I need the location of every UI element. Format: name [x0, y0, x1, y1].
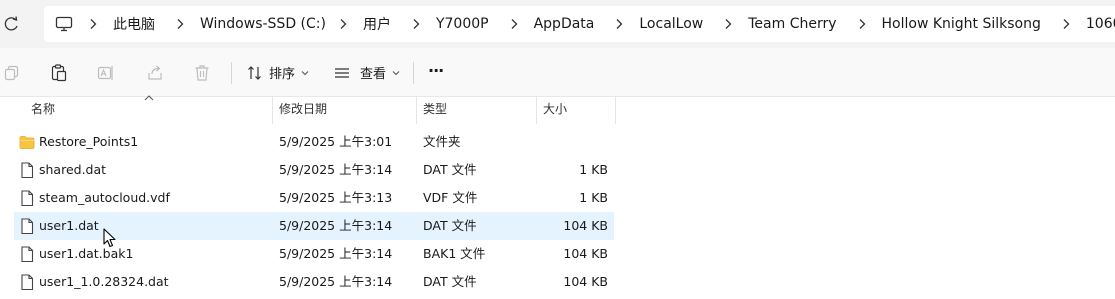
view-icon — [335, 67, 349, 78]
column-header-size[interactable]: 大小 — [543, 96, 567, 122]
chevron-right-icon[interactable] — [857, 18, 867, 30]
rename-icon[interactable] — [97, 64, 115, 82]
file-icon — [21, 246, 34, 263]
file-modified: 5/9/2025 上午3:14 — [279, 218, 393, 233]
breadcrumb-team-cherry[interactable]: Team Cherry — [746, 16, 838, 32]
column-resize-handle[interactable] — [272, 96, 273, 124]
file-icon — [21, 162, 34, 179]
column-resize-handle[interactable] — [615, 96, 616, 124]
file-icon — [21, 218, 34, 235]
delete-icon[interactable] — [194, 64, 210, 82]
address-field[interactable]: 此电脑 Windows-SSD (C:) 用户 Y7000P AppData L… — [44, 6, 1115, 42]
column-header-modified[interactable]: 修改日期 — [279, 96, 327, 122]
file-icon — [21, 190, 34, 207]
file-modified: 5/9/2025 上午3:14 — [279, 162, 393, 177]
file-size: 104 KB — [563, 274, 608, 289]
file-size: 1 KB — [579, 162, 608, 177]
breadcrumb-user-folder[interactable]: Y7000P — [434, 16, 491, 32]
breadcrumb-steam-id[interactable]: 1060865870 — [1084, 16, 1115, 32]
view-button[interactable]: 查看 — [334, 63, 400, 82]
more-options-button[interactable]: ··· — [428, 61, 444, 80]
breadcrumb-this-pc[interactable]: 此电脑 — [111, 14, 157, 34]
file-modified: 5/9/2025 上午3:01 — [279, 134, 393, 149]
breadcrumb-users[interactable]: 用户 — [361, 14, 393, 34]
chevron-down-icon — [392, 70, 400, 75]
file-type: VDF 文件 — [423, 190, 478, 205]
breadcrumb-locallow[interactable]: LocalLow — [637, 16, 705, 32]
chevron-right-icon[interactable] — [614, 18, 624, 30]
file-type: DAT 文件 — [423, 218, 477, 233]
column-header-name[interactable]: 名称 — [31, 96, 55, 122]
refresh-icon[interactable] — [2, 14, 20, 34]
file-name: user1.dat.bak1 — [39, 246, 134, 261]
file-modified: 5/9/2025 上午3:13 — [279, 190, 393, 205]
chevron-right-icon[interactable] — [338, 18, 348, 30]
file-name: user1_1.0.28324.dat — [39, 274, 169, 289]
file-modified: 5/9/2025 上午3:14 — [279, 246, 393, 261]
command-bar: 排序 查看 ··· — [0, 48, 1115, 97]
chevron-right-icon[interactable] — [723, 18, 733, 30]
file-icon — [21, 274, 34, 291]
address-bar-area: 此电脑 Windows-SSD (C:) 用户 Y7000P AppData L… — [0, 0, 1115, 49]
share-icon[interactable] — [146, 64, 164, 82]
column-resize-handle[interactable] — [536, 96, 537, 124]
this-pc-icon[interactable] — [55, 16, 73, 32]
file-size: 104 KB — [563, 218, 608, 233]
chevron-right-icon[interactable] — [411, 18, 421, 30]
chevron-right-icon[interactable] — [1061, 18, 1071, 30]
list-item[interactable]: steam_autocloud.vdf 5/9/2025 上午3:13 VDF … — [14, 184, 614, 212]
file-name: user1.dat — [39, 218, 99, 233]
file-type: DAT 文件 — [423, 162, 477, 177]
sort-icon — [248, 65, 261, 80]
column-resize-handle[interactable] — [416, 96, 417, 124]
copy-icon[interactable] — [4, 65, 20, 81]
mouse-cursor-icon — [103, 228, 116, 248]
file-type: BAK1 文件 — [423, 246, 486, 261]
paste-icon[interactable] — [51, 64, 67, 82]
view-label: 查看 — [360, 67, 387, 82]
chevron-right-icon[interactable] — [175, 18, 185, 30]
sort-label: 排序 — [269, 67, 296, 82]
file-modified: 5/9/2025 上午3:14 — [279, 274, 393, 289]
column-header-type[interactable]: 类型 — [423, 96, 447, 122]
file-name: Restore_Points1 — [39, 134, 139, 149]
file-type: 文件夹 — [423, 134, 461, 149]
list-item[interactable]: user1_1.0.28324.dat 5/9/2025 上午3:14 DAT … — [14, 268, 614, 296]
toolbar-divider — [413, 62, 414, 84]
chevron-right-icon[interactable] — [509, 18, 519, 30]
file-size: 1 KB — [579, 190, 608, 205]
toolbar-divider — [231, 62, 232, 84]
breadcrumb-silksong[interactable]: Hollow Knight Silksong — [880, 16, 1043, 32]
column-header-row: 名称 修改日期 类型 大小 — [0, 95, 1115, 124]
sort-ascending-icon — [144, 95, 154, 101]
breadcrumb-appdata[interactable]: AppData — [532, 16, 597, 32]
file-name: shared.dat — [39, 162, 107, 177]
sort-button[interactable]: 排序 — [247, 63, 309, 82]
chevron-right-icon[interactable] — [88, 18, 98, 30]
file-type: DAT 文件 — [423, 274, 477, 289]
breadcrumb-drive[interactable]: Windows-SSD (C:) — [198, 16, 328, 32]
list-item[interactable]: shared.dat 5/9/2025 上午3:14 DAT 文件 1 KB — [14, 156, 614, 184]
list-item[interactable]: Restore_Points1 5/9/2025 上午3:01 文件夹 — [14, 128, 614, 156]
folder-icon — [19, 136, 35, 149]
chevron-down-icon — [301, 70, 309, 75]
file-name: steam_autocloud.vdf — [39, 190, 170, 205]
file-size: 104 KB — [563, 246, 608, 261]
